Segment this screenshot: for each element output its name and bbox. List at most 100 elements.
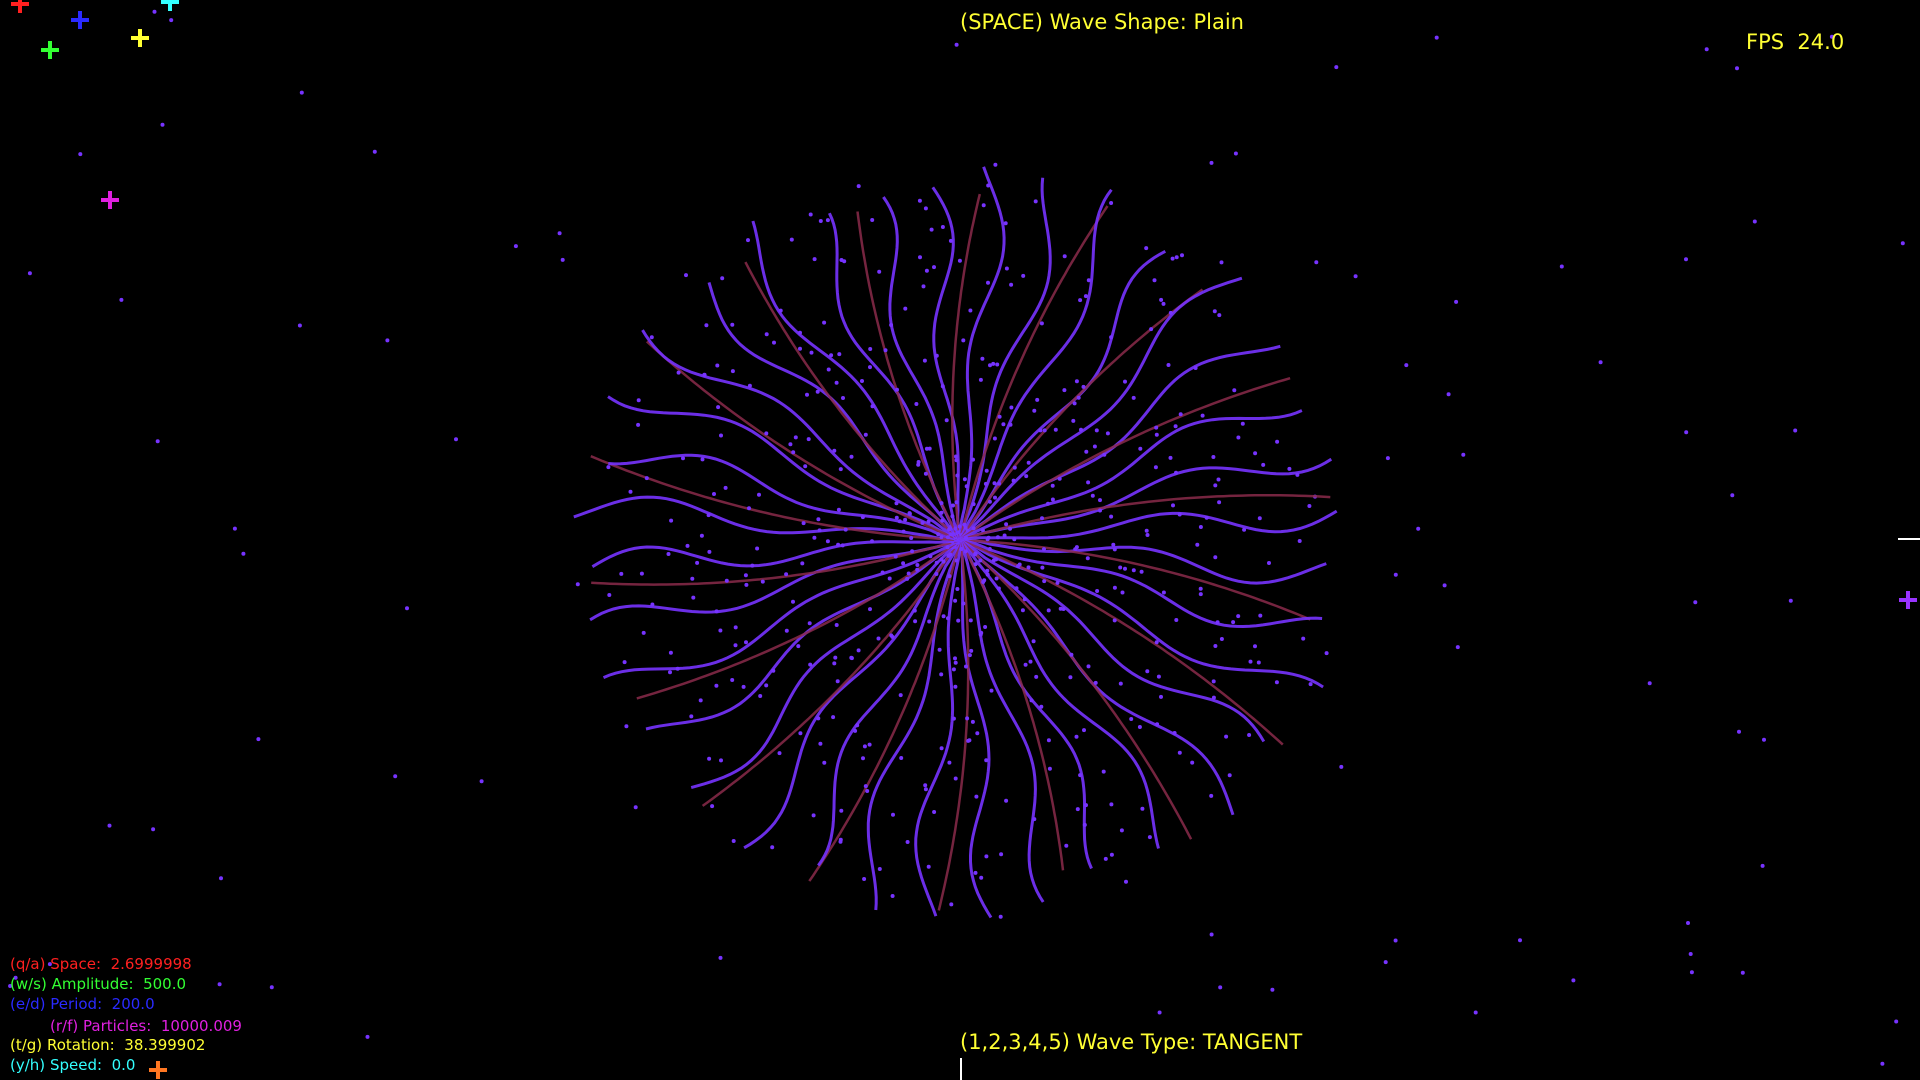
stray-particle	[575, 582, 580, 587]
wave-particle	[1090, 493, 1095, 498]
wave-particle	[1103, 856, 1108, 861]
wave-particle	[953, 656, 957, 661]
stray-particle	[1689, 970, 1694, 975]
wave-particle	[917, 198, 922, 203]
wave-particle	[894, 501, 899, 506]
wave-particle	[981, 580, 986, 584]
wave-particle	[903, 517, 908, 522]
wave-particle	[716, 405, 721, 410]
stray-particle	[1900, 241, 1905, 246]
stray-particle	[107, 823, 112, 828]
wave-particle	[975, 731, 980, 736]
wave-particle	[926, 519, 931, 524]
orange-cross-icon	[149, 1061, 167, 1079]
wave-particle	[791, 450, 796, 455]
stray-particle	[405, 606, 409, 611]
wave-particle	[1028, 659, 1033, 664]
wave-particle	[798, 346, 802, 351]
wave-particle	[750, 563, 755, 568]
wave-particle	[836, 542, 841, 547]
wave-particle	[877, 867, 882, 871]
stray-particle	[822, 320, 827, 325]
wave-particle	[993, 162, 998, 167]
wave-particle	[644, 476, 649, 481]
wave-particle	[898, 693, 903, 698]
wave-visualization	[8, 0, 1920, 1080]
wave-particle	[970, 719, 975, 724]
wave-particle	[800, 561, 805, 566]
wave-particle	[1093, 680, 1098, 685]
stray-particle	[269, 985, 274, 990]
wave-particle	[916, 462, 921, 467]
stray-particle	[1231, 620, 1236, 625]
stray-particle	[856, 184, 861, 189]
wave-particle	[1155, 722, 1160, 727]
wave-particle	[1139, 569, 1144, 574]
wave-particle	[955, 473, 960, 478]
wave-particle	[1078, 298, 1083, 303]
wave-type-label: (1,2,3,4,5) Wave Type: TANGENT	[960, 1030, 1303, 1054]
wave-particle	[984, 854, 989, 859]
control-speed-key: (y/h)	[10, 1056, 46, 1074]
wave-particle	[1168, 310, 1173, 315]
wave-particle	[1040, 516, 1044, 521]
wave-particle	[880, 570, 885, 575]
wave-particle	[691, 595, 696, 600]
wave-particle	[811, 813, 816, 818]
wave-particle	[690, 576, 695, 581]
wave-particle	[1112, 547, 1117, 552]
wave-particle	[983, 625, 988, 629]
wave-particle	[817, 528, 822, 533]
wave-particle	[1131, 568, 1136, 573]
wave-particle	[999, 852, 1004, 857]
stray-particle	[27, 271, 32, 276]
wave-particle	[1118, 565, 1123, 570]
wave-particle	[973, 562, 978, 567]
stray-particle	[160, 122, 165, 127]
wave-particle	[907, 511, 912, 516]
wave-particle	[805, 392, 809, 397]
stray-particle	[1434, 35, 1439, 40]
wave-particle	[718, 628, 723, 633]
stray-particle	[119, 297, 124, 302]
wave-particle	[991, 361, 996, 366]
wave-particle	[1086, 664, 1091, 669]
wave-particle	[831, 715, 836, 720]
stray-particle	[1209, 160, 1214, 165]
stray-particle	[1752, 219, 1757, 224]
stray-particle	[1442, 583, 1447, 588]
wave-particle	[939, 672, 944, 677]
simulation-canvas[interactable]: (SPACE) Wave Shape: Plain FPS 24.0 (1,2,…	[0, 0, 1920, 1080]
control-period-name: Period:	[50, 995, 103, 1013]
wave-particle	[984, 758, 989, 763]
wave-particle	[1020, 608, 1025, 613]
wave-particle	[912, 608, 917, 613]
wave-particle	[809, 350, 814, 355]
wave-particle	[755, 546, 760, 551]
wave-particle	[837, 352, 842, 357]
wave-particle	[1138, 446, 1143, 451]
wave-particle	[899, 756, 904, 760]
wave-particle	[1129, 717, 1134, 721]
wave-particle	[720, 276, 725, 281]
wave-particle	[986, 280, 990, 285]
stray-particle	[1762, 737, 1766, 742]
wave-particle	[1198, 525, 1203, 529]
stray-particle	[1735, 66, 1739, 71]
wave-particle	[928, 554, 933, 559]
stray-particle	[718, 955, 723, 960]
wave-particle	[650, 602, 655, 607]
wave-particle	[906, 571, 911, 576]
wave-particle	[863, 784, 868, 789]
stray-particle	[299, 90, 304, 95]
wave-particle	[624, 724, 629, 729]
wave-particle	[806, 437, 811, 442]
stray-particle	[719, 758, 723, 763]
wave-particle	[1085, 556, 1090, 561]
wave-particle	[1095, 589, 1100, 593]
wave-particle	[1145, 669, 1150, 674]
control-speed-value: 0.0	[111, 1056, 136, 1074]
wave-particle	[707, 756, 712, 761]
wave-shape-label: (SPACE) Wave Shape: Plain	[960, 10, 1244, 34]
wave-particle	[1084, 803, 1088, 808]
